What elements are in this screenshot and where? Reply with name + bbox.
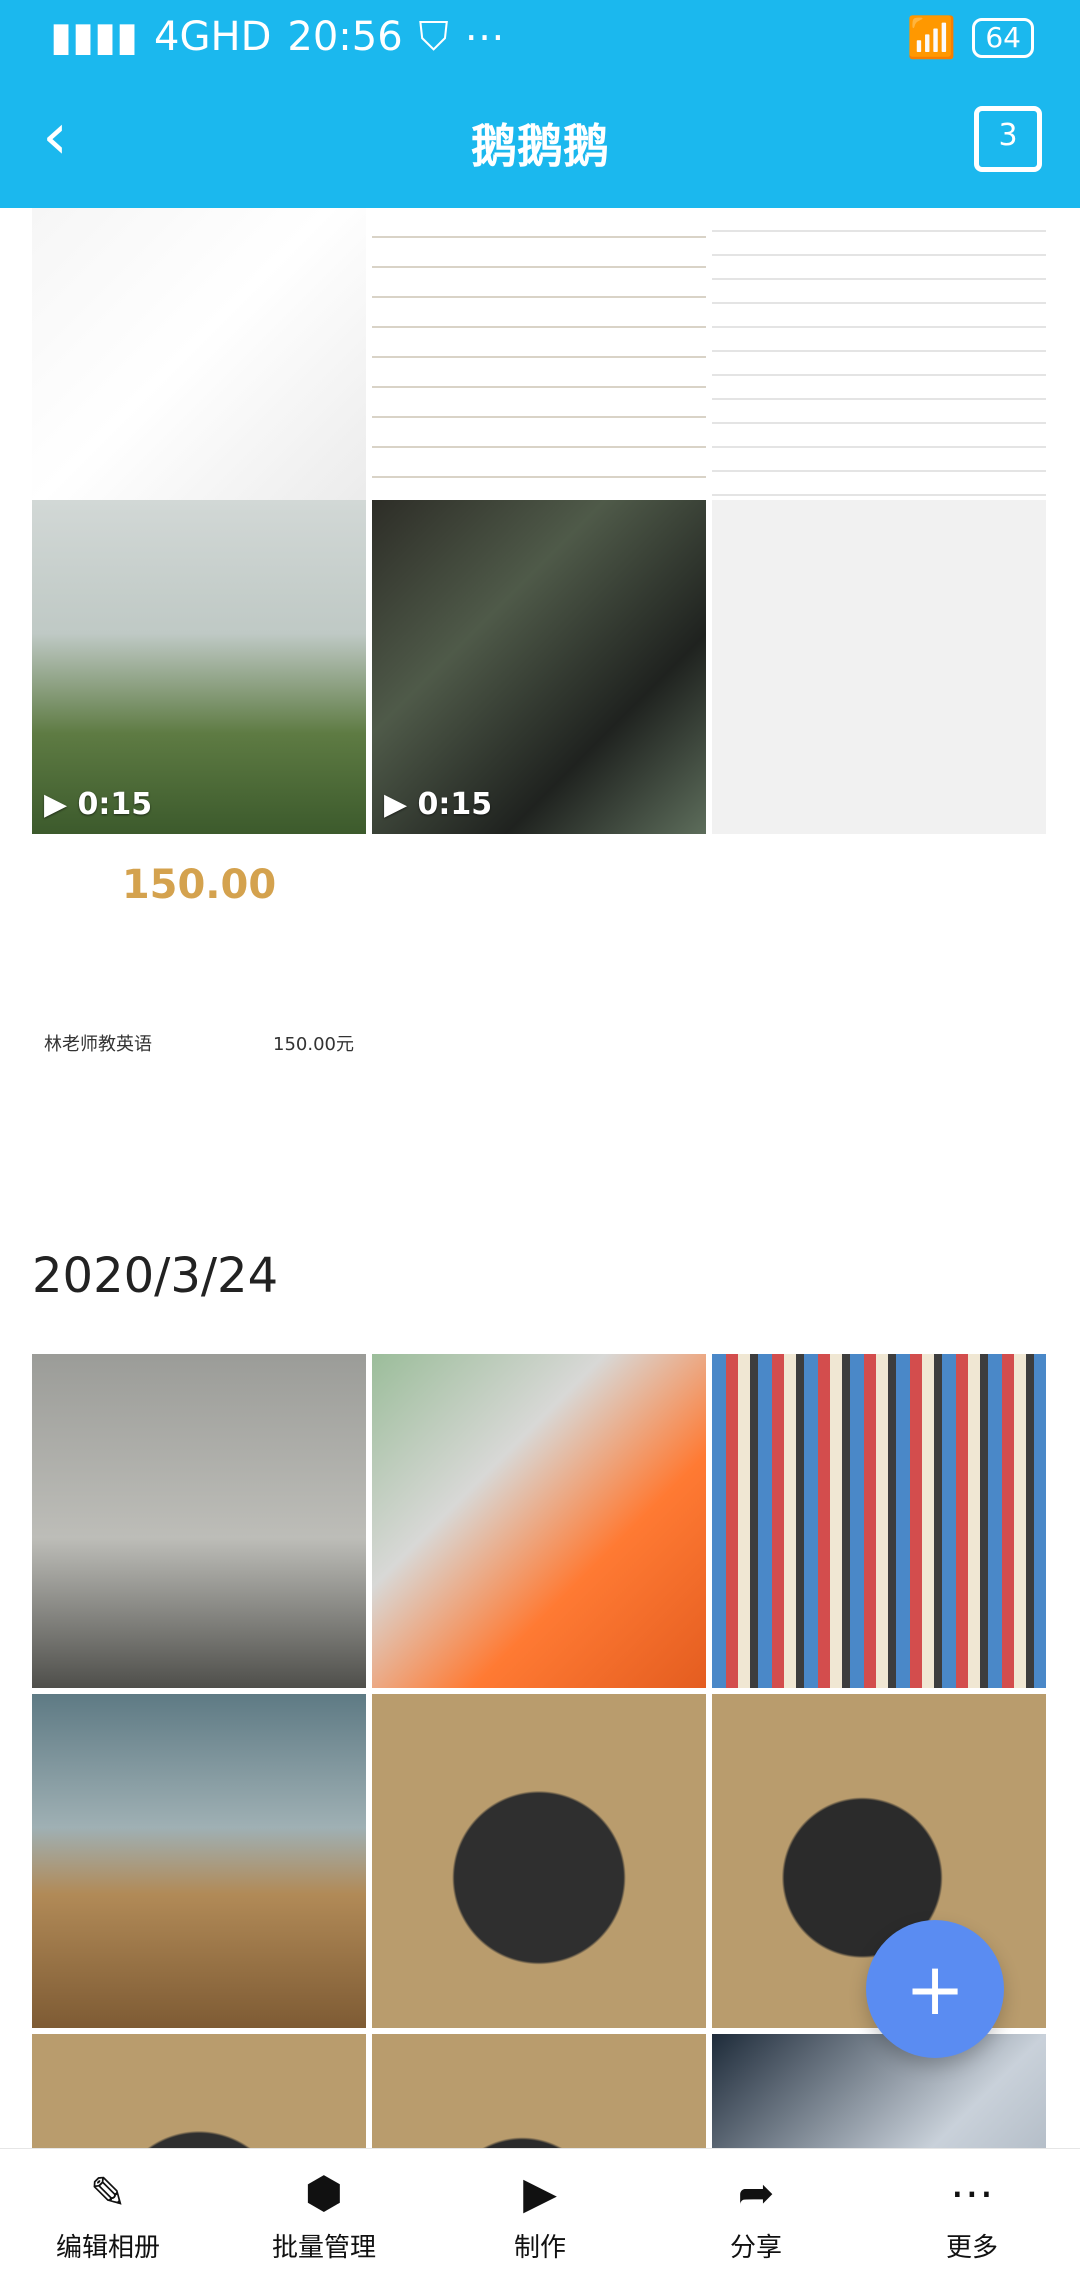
share-button[interactable]: ➦ 分享 — [648, 2149, 864, 2281]
plus-icon: + — [904, 1947, 966, 2031]
batch-manage-icon: ⬢ — [304, 2167, 344, 2219]
receipt-value: 150.00元 — [273, 1034, 354, 1055]
calendar-button[interactable]: 3 — [974, 106, 1042, 172]
album-photo-woman-egg[interactable] — [372, 1354, 706, 1688]
album-photo-document[interactable] — [712, 208, 1046, 542]
make-label: 制作 — [513, 2232, 566, 2263]
dots-icon: ⋯ — [464, 14, 505, 60]
more-label: 更多 — [945, 2232, 998, 2263]
more-icon: ⋯ — [950, 2167, 994, 2219]
navigation-bar: ‹ 鹅鹅鹅 3 — [0, 72, 1080, 208]
share-label: 分享 — [729, 2232, 782, 2263]
play-icon: ▶ — [384, 787, 408, 822]
edit-icon: ✎ — [89, 2167, 127, 2219]
time: 20:56 — [287, 14, 403, 60]
calendar-icon: 3 — [998, 118, 1018, 153]
receipt-amount: 150.00 — [121, 862, 277, 908]
section-date: 2020/3/24 — [32, 1248, 279, 1304]
more-button[interactable]: ⋯ 更多 — [864, 2149, 1080, 2281]
status-bar: ▮▮▮▮ 4GHD 20:56 ⛉ ⋯ 📶 64 — [0, 0, 1080, 72]
album-photo-portrait[interactable] — [712, 2034, 1046, 2148]
album-photo-nest-egg[interactable] — [372, 1694, 706, 2028]
receipt-name: 林老师教英语 — [44, 1034, 152, 1055]
album-photo-scale[interactable] — [32, 1354, 366, 1688]
video-make-icon: ▶ — [523, 2167, 557, 2219]
album-photo-receipt[interactable]: 150.00 林老师教英语 150.00元 — [32, 840, 366, 1174]
edit-album-label: 编辑相册 — [55, 2232, 160, 2263]
bottom-toolbar: ✎ 编辑相册 ⬢ 批量管理 ▶ 制作 ➦ 分享 ⋯ 更多 — [0, 2148, 1080, 2281]
album-photo-barn[interactable] — [32, 1694, 366, 2028]
album-video-2[interactable]: ▶ 0:15 — [372, 500, 706, 834]
album-content[interactable]: ▶ 0:15 ▶ 0:15 150.00 林老师教英语 150.00元 2020… — [0, 208, 1080, 2148]
album-photo-nest-2[interactable] — [32, 2034, 366, 2148]
page-title: 鹅鹅鹅 — [471, 119, 609, 173]
edit-album-button[interactable]: ✎ 编辑相册 — [0, 2149, 216, 2281]
video-duration: ▶ 0:15 — [44, 787, 153, 822]
status-left: ▮▮▮▮ 4GHD 20:56 ⛉ ⋯ — [50, 14, 505, 60]
album-photo-nest-3[interactable] — [372, 2034, 706, 2148]
network-label: 4GHD — [154, 14, 272, 60]
album-video-1[interactable]: ▶ 0:15 — [32, 500, 366, 834]
batch-manage-label: 批量管理 — [271, 2232, 376, 2263]
wifi-icon: 📶 — [906, 15, 957, 61]
album-photo-goose[interactable] — [32, 208, 366, 542]
add-button[interactable]: + — [866, 1920, 1004, 2058]
batch-manage-button[interactable]: ⬢ 批量管理 — [216, 2149, 432, 2281]
battery: 64 — [972, 17, 1034, 58]
status-right: 📶 64 — [907, 14, 1034, 61]
play-icon: ▶ — [44, 787, 68, 822]
share-icon: ➦ — [737, 2167, 775, 2219]
shield-icon: ⛉ — [418, 14, 449, 60]
video-duration: ▶ 0:15 — [384, 787, 493, 822]
signal-icon: ▮▮▮▮ — [50, 14, 139, 60]
make-button[interactable]: ▶ 制作 — [432, 2149, 648, 2281]
album-photo-chat[interactable] — [712, 500, 1046, 834]
album-photo-sheet-music[interactable] — [372, 208, 706, 542]
album-photo-bookshelf[interactable] — [712, 1354, 1046, 1688]
top-bar: ▮▮▮▮ 4GHD 20:56 ⛉ ⋯ 📶 64 ‹ 鹅鹅鹅 3 — [0, 0, 1080, 208]
